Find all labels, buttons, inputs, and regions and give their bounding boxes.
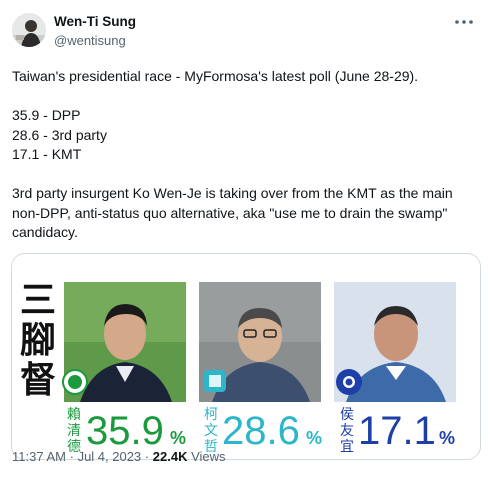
- author-handle[interactable]: @wentisung: [54, 33, 126, 48]
- views-count: 22.4K: [152, 449, 188, 464]
- meta-separator: ·: [144, 449, 150, 464]
- avatar[interactable]: [12, 13, 46, 47]
- vertical-title-char: 督: [20, 360, 56, 401]
- party-badge-icon: [204, 370, 226, 392]
- party-badge-icon: [336, 369, 362, 395]
- poll-unit: %: [170, 428, 186, 448]
- meta-separator: ·: [69, 449, 74, 464]
- poll-value: 35.9: [86, 409, 164, 453]
- poll-image[interactable]: 三 腳 督 賴 清 德 柯 文 哲 侯 友 宜 35.9 % 28.6 % 17…: [11, 253, 481, 460]
- author-name[interactable]: Wen-Ti Sung: [54, 14, 136, 29]
- candidate-name-char: 宜: [340, 439, 354, 455]
- poll-unit: %: [306, 428, 322, 448]
- tweet-meta: 11:37 AM · Jul 4, 2023 · 22.4K Views: [12, 449, 226, 464]
- candidate-name-char: 侯: [340, 407, 354, 423]
- poll-value: 17.1: [358, 409, 436, 453]
- tweet-line: non-DPP, anti-status quo alternative, ak…: [12, 204, 448, 221]
- candidate-name-char: 文: [204, 423, 218, 439]
- candidate-name-char: 清: [67, 423, 81, 439]
- tweet-line: 35.9 - DPP: [12, 107, 81, 123]
- party-badge-icon: [62, 369, 88, 395]
- tweet-line: 3rd party insurgent Ko Wen-Je is taking …: [12, 185, 453, 201]
- tweet-line: 28.6 - 3rd party: [12, 126, 107, 143]
- tweet-time[interactable]: 11:37 AM: [12, 449, 66, 464]
- views-label: Views: [191, 449, 226, 464]
- tweet-line: candidacy.: [12, 224, 78, 240]
- tweet-date[interactable]: Jul 4, 2023: [78, 449, 142, 464]
- tweet-line: 17.1 - KMT: [12, 146, 82, 162]
- tweet-line: Taiwan's presidential race - MyFormosa's…: [12, 68, 419, 84]
- tweet-text: Taiwan's presidential race - MyFormosa's…: [12, 67, 478, 243]
- more-horizontal-icon[interactable]: [452, 12, 476, 32]
- candidate-name-char: 賴: [67, 407, 81, 423]
- tweet-card: Wen-Ti Sung @wentisung Taiwan's presiden…: [0, 0, 490, 500]
- poll-value: 28.6: [222, 409, 300, 453]
- candidate-name-char: 柯: [204, 407, 218, 423]
- candidate-name-char: 友: [340, 423, 354, 439]
- poll-unit: %: [439, 428, 455, 448]
- vertical-title-char: 腳: [20, 320, 56, 361]
- vertical-title-char: 三: [20, 280, 56, 321]
